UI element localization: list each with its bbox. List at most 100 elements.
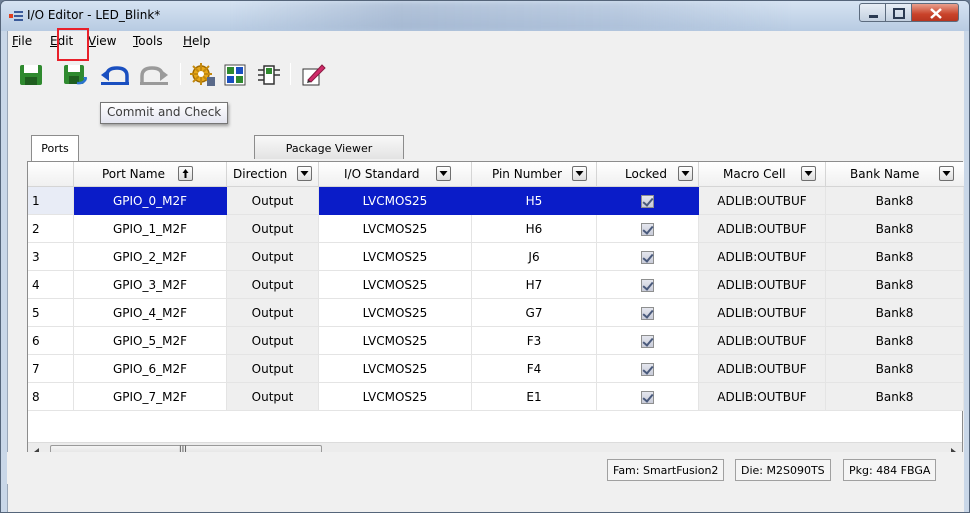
column-header-bank-name[interactable]: Bank Name — [826, 162, 964, 187]
column-header-port-name[interactable]: Port Name — [74, 162, 227, 187]
column-header-locked[interactable]: Locked — [597, 162, 699, 187]
table-row[interactable]: 4 GPIO_3_M2F Output LVCMOS25 H7 ADLIB:OU… — [28, 271, 964, 299]
cell-locked[interactable] — [597, 271, 699, 299]
menu-tools[interactable]: Tools — [133, 34, 163, 48]
tab-package-viewer[interactable]: Package Viewer — [254, 135, 404, 159]
cell-bank-name[interactable]: Bank8 — [826, 355, 964, 383]
table-row[interactable]: 2 GPIO_1_M2F Output LVCMOS25 H6 ADLIB:OU… — [28, 215, 964, 243]
cell-locked[interactable] — [597, 383, 699, 411]
minimize-button[interactable] — [859, 3, 886, 22]
table-row[interactable]: 8 GPIO_7_M2F Output LVCMOS25 E1 ADLIB:OU… — [28, 383, 964, 411]
locked-checkbox[interactable] — [641, 363, 654, 376]
cell-direction[interactable]: Output — [227, 215, 319, 243]
column-header-macro-cell[interactable]: Macro Cell — [699, 162, 826, 187]
cell-macro-cell[interactable]: ADLIB:OUTBUF — [699, 187, 826, 215]
cell-io-standard[interactable]: LVCMOS25 — [319, 327, 472, 355]
cell-pin-number[interactable]: H5 — [472, 187, 597, 215]
undo-icon[interactable] — [99, 62, 133, 88]
cell-macro-cell[interactable]: ADLIB:OUTBUF — [699, 299, 826, 327]
pin-assign-icon[interactable] — [222, 62, 248, 88]
cell-pin-number[interactable]: G7 — [472, 299, 597, 327]
cell-macro-cell[interactable]: ADLIB:OUTBUF — [699, 271, 826, 299]
cell-direction[interactable]: Output — [227, 327, 319, 355]
cell-bank-name[interactable]: Bank8 — [826, 299, 964, 327]
table-row[interactable]: 6 GPIO_5_M2F Output LVCMOS25 F3 ADLIB:OU… — [28, 327, 964, 355]
cell-direction[interactable]: Output — [227, 187, 319, 215]
redo-icon[interactable] — [136, 62, 170, 88]
filter-dropdown-icon[interactable] — [939, 166, 954, 181]
menu-file[interactable]: File — [12, 34, 32, 48]
menu-help[interactable]: Help — [183, 34, 210, 48]
cell-macro-cell[interactable]: ADLIB:OUTBUF — [699, 327, 826, 355]
title-bar[interactable]: I/O Editor - LED_Blink* — [1, 1, 969, 31]
cell-io-standard[interactable]: LVCMOS25 — [319, 355, 472, 383]
cell-bank-name[interactable]: Bank8 — [826, 271, 964, 299]
cell-direction[interactable]: Output — [227, 271, 319, 299]
cell-port-name[interactable]: GPIO_1_M2F — [74, 215, 227, 243]
close-button[interactable] — [911, 3, 959, 22]
cell-locked[interactable] — [597, 355, 699, 383]
cell-port-name[interactable]: GPIO_7_M2F — [74, 383, 227, 411]
cell-port-name[interactable]: GPIO_2_M2F — [74, 243, 227, 271]
cell-io-standard[interactable]: LVCMOS25 — [319, 187, 472, 215]
cell-direction[interactable]: Output — [227, 299, 319, 327]
cell-bank-name[interactable]: Bank8 — [826, 327, 964, 355]
locked-checkbox[interactable] — [641, 251, 654, 264]
filter-dropdown-icon[interactable] — [572, 166, 587, 181]
cell-locked[interactable] — [597, 215, 699, 243]
cell-pin-number[interactable]: F4 — [472, 355, 597, 383]
cell-macro-cell[interactable]: ADLIB:OUTBUF — [699, 215, 826, 243]
cell-pin-number[interactable]: E1 — [472, 383, 597, 411]
cell-io-standard[interactable]: LVCMOS25 — [319, 383, 472, 411]
cell-macro-cell[interactable]: ADLIB:OUTBUF — [699, 383, 826, 411]
cell-pin-number[interactable]: F3 — [472, 327, 597, 355]
table-row[interactable]: 7 GPIO_6_M2F Output LVCMOS25 F4 ADLIB:OU… — [28, 355, 964, 383]
cell-pin-number[interactable]: H7 — [472, 271, 597, 299]
cell-bank-name[interactable]: Bank8 — [826, 383, 964, 411]
locked-checkbox[interactable] — [641, 307, 654, 320]
cell-locked[interactable] — [597, 187, 699, 215]
cell-direction[interactable]: Output — [227, 355, 319, 383]
table-row[interactable]: 1 GPIO_0_M2F Output LVCMOS25 H5 ADLIB:OU… — [28, 187, 964, 215]
cell-port-name[interactable]: GPIO_4_M2F — [74, 299, 227, 327]
cell-pin-number[interactable]: H6 — [472, 215, 597, 243]
cell-macro-cell[interactable]: ADLIB:OUTBUF — [699, 243, 826, 271]
commit-and-check-icon[interactable] — [62, 62, 88, 88]
cell-bank-name[interactable]: Bank8 — [826, 187, 964, 215]
cell-port-name[interactable]: GPIO_5_M2F — [74, 327, 227, 355]
column-header-io-standard[interactable]: I/O Standard — [319, 162, 472, 187]
tab-ports[interactable]: Ports — [31, 135, 79, 162]
table-row[interactable]: 5 GPIO_4_M2F Output LVCMOS25 G7 ADLIB:OU… — [28, 299, 964, 327]
cell-port-name[interactable]: GPIO_0_M2F — [74, 187, 227, 215]
block-icon[interactable] — [256, 62, 282, 88]
sort-ascending-icon[interactable] — [178, 166, 193, 181]
edit-icon[interactable] — [300, 62, 326, 88]
cell-port-name[interactable]: GPIO_6_M2F — [74, 355, 227, 383]
cell-locked[interactable] — [597, 299, 699, 327]
column-header-direction[interactable]: Direction — [227, 162, 319, 187]
cell-macro-cell[interactable]: ADLIB:OUTBUF — [699, 355, 826, 383]
column-header-pin-number[interactable]: Pin Number — [472, 162, 597, 187]
settings-gear-icon[interactable] — [190, 62, 216, 88]
locked-checkbox[interactable] — [641, 391, 654, 404]
cell-bank-name[interactable]: Bank8 — [826, 215, 964, 243]
table-row[interactable]: 3 GPIO_2_M2F Output LVCMOS25 J6 ADLIB:OU… — [28, 243, 964, 271]
filter-dropdown-icon[interactable] — [297, 166, 312, 181]
cell-pin-number[interactable]: J6 — [472, 243, 597, 271]
menu-view[interactable]: View — [88, 34, 116, 48]
cell-locked[interactable] — [597, 327, 699, 355]
filter-dropdown-icon[interactable] — [436, 166, 451, 181]
cell-locked[interactable] — [597, 243, 699, 271]
locked-checkbox[interactable] — [641, 195, 654, 208]
locked-checkbox[interactable] — [641, 223, 654, 236]
cell-direction[interactable]: Output — [227, 243, 319, 271]
locked-checkbox[interactable] — [641, 279, 654, 292]
cell-io-standard[interactable]: LVCMOS25 — [319, 243, 472, 271]
cell-direction[interactable]: Output — [227, 383, 319, 411]
cell-port-name[interactable]: GPIO_3_M2F — [74, 271, 227, 299]
cell-io-standard[interactable]: LVCMOS25 — [319, 271, 472, 299]
locked-checkbox[interactable] — [641, 335, 654, 348]
cell-io-standard[interactable]: LVCMOS25 — [319, 299, 472, 327]
filter-dropdown-icon[interactable] — [801, 166, 816, 181]
cell-bank-name[interactable]: Bank8 — [826, 243, 964, 271]
